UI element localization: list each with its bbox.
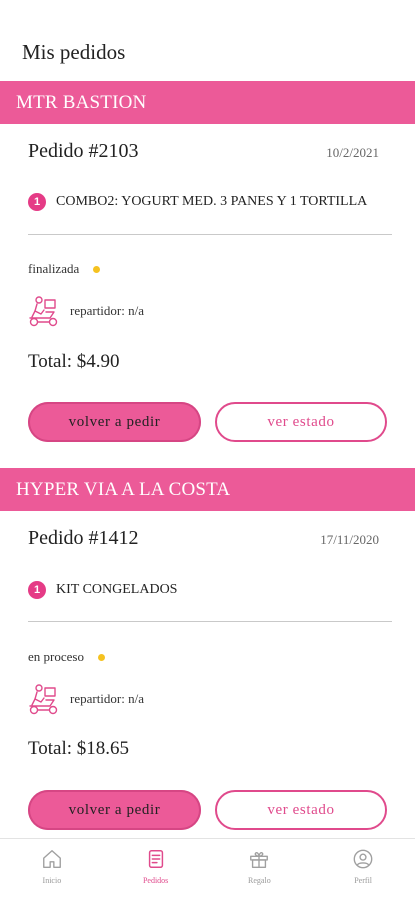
nav-item-inicio[interactable]: Inicio	[0, 839, 104, 900]
nav-label: Pedidos	[142, 876, 169, 885]
view-status-button[interactable]: ver estado	[215, 402, 387, 442]
nav-label: Inicio	[42, 876, 62, 885]
divider	[28, 621, 392, 622]
order-total: Total: $4.90	[28, 351, 120, 372]
home-icon	[42, 850, 61, 868]
item-name: COMBO2: YOGURT MED. 3 PANES Y 1 TORTILLA	[56, 194, 368, 209]
order-item: 1 KIT CONGELADOS	[28, 581, 177, 599]
order-card: MTR BASTION Pedido #2103 10/2/2021 1 COM…	[0, 81, 415, 461]
view-status-button[interactable]: ver estado	[215, 790, 387, 830]
order-date: 17/11/2020	[320, 532, 379, 547]
orders-icon	[148, 850, 163, 868]
reorder-button[interactable]: volver a pedir	[28, 790, 201, 830]
rider-text: repartidor: n/a	[70, 691, 144, 706]
delivery-rider-icon	[29, 684, 58, 715]
store-name: HYPER VIA A LA COSTA	[0, 468, 415, 511]
item-name: KIT CONGELADOS	[56, 582, 178, 597]
item-quantity-badge: 1	[28, 193, 46, 211]
nav-item-regalo[interactable]: Regalo	[208, 839, 312, 900]
order-total: Total: $18.65	[28, 738, 130, 759]
order-item: 1 COMBO2: YOGURT MED. 3 PANES Y 1 TORTIL…	[28, 193, 367, 211]
status-text: en proceso	[28, 649, 84, 664]
item-quantity-badge: 1	[28, 581, 46, 599]
status-text: finalizada	[28, 261, 80, 276]
order-status: en proceso	[28, 649, 105, 665]
order-number: Pedido #2103	[28, 140, 139, 162]
delivery-rider-icon	[29, 296, 58, 327]
status-dot	[93, 265, 101, 273]
order-card: HYPER VIA A LA COSTA Pedido #1412 17/11/…	[0, 468, 415, 838]
nav-item-pedidos[interactable]: Pedidos	[104, 839, 208, 900]
order-header: Pedido #2103 10/2/2021	[0, 124, 415, 184]
rider-info: repartidor: n/a	[26, 294, 144, 328]
nav-item-perfil[interactable]: Perfil	[311, 839, 415, 900]
nav-label: Regalo	[248, 876, 271, 885]
nav-label: Perfil	[354, 876, 373, 885]
order-number: Pedido #1412	[28, 527, 139, 549]
gift-icon	[250, 852, 269, 868]
order-header: Pedido #1412 17/11/2020	[0, 511, 415, 571]
rider-text: repartidor: n/a	[70, 303, 144, 318]
order-date: 10/2/2021	[326, 145, 379, 160]
profile-icon	[353, 849, 373, 869]
divider	[28, 234, 392, 235]
reorder-button[interactable]: volver a pedir	[28, 402, 201, 442]
store-name: MTR BASTION	[0, 81, 415, 124]
bottom-nav: Inicio Pedidos Regalo Perfil	[0, 838, 415, 900]
order-status: finalizada	[28, 261, 101, 277]
page-title: Mis pedidos	[22, 40, 126, 64]
status-dot	[97, 653, 105, 661]
rider-info: repartidor: n/a	[26, 682, 144, 716]
